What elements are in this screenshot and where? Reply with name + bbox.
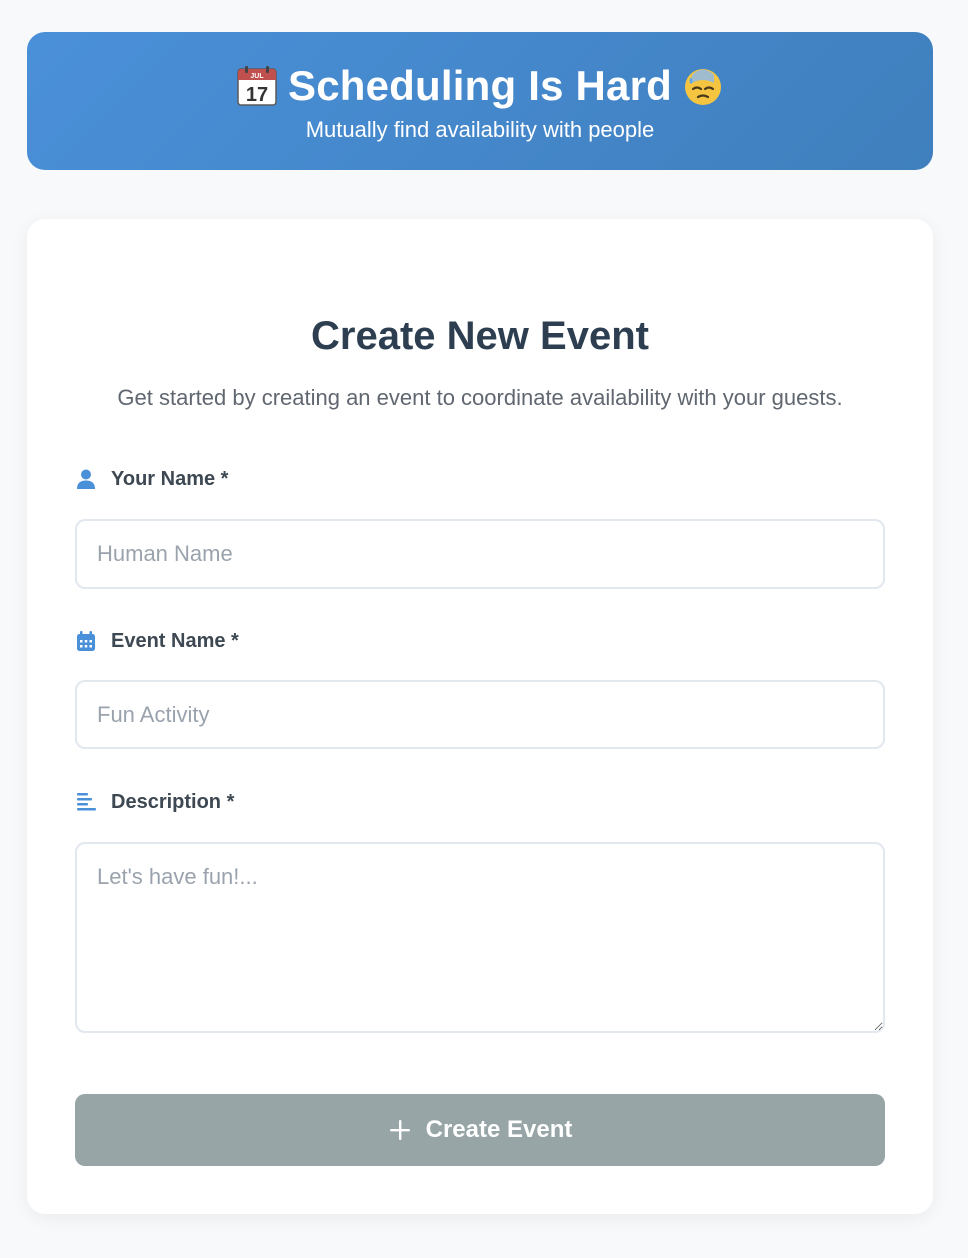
app-subtitle: Mutually find availability with people — [305, 117, 655, 142]
calendar-icon — [75, 630, 97, 652]
your-name-label: Your Name * — [75, 466, 228, 492]
event-name-label-text: Event Name * — [111, 629, 239, 652]
user-icon — [75, 468, 97, 490]
form-title: Create New Event — [311, 314, 649, 358]
form-description: Get started by creating an event to coor… — [117, 385, 843, 410]
plus-icon — [388, 1118, 412, 1142]
sweat-face-emoji-icon — [682, 65, 724, 107]
event-name-input[interactable] — [75, 680, 885, 749]
header-title-row: JUL 17 Scheduling Is Hard — [27, 58, 933, 114]
calendar-emoji-day: 17 — [246, 84, 268, 106]
create-event-button-label: Create Event — [425, 1116, 573, 1143]
calendar-emoji-month: JUL — [250, 73, 264, 80]
app-title: Scheduling Is Hard — [288, 62, 672, 109]
calendar-emoji-icon: JUL 17 — [236, 65, 278, 107]
description-label: Description * — [75, 789, 234, 815]
description-label-text: Description * — [111, 790, 235, 813]
align-left-icon — [75, 791, 97, 813]
your-name-input[interactable] — [75, 519, 885, 589]
create-event-card: Create New Event Get started by creating… — [27, 219, 933, 1214]
app-header: JUL 17 Scheduling Is Hard Mutually find … — [27, 32, 933, 170]
your-name-label-text: Your Name * — [111, 467, 229, 490]
description-textarea[interactable] — [75, 842, 885, 1033]
event-name-label: Event Name * — [75, 628, 239, 654]
create-event-button[interactable]: Create Event — [75, 1094, 885, 1166]
